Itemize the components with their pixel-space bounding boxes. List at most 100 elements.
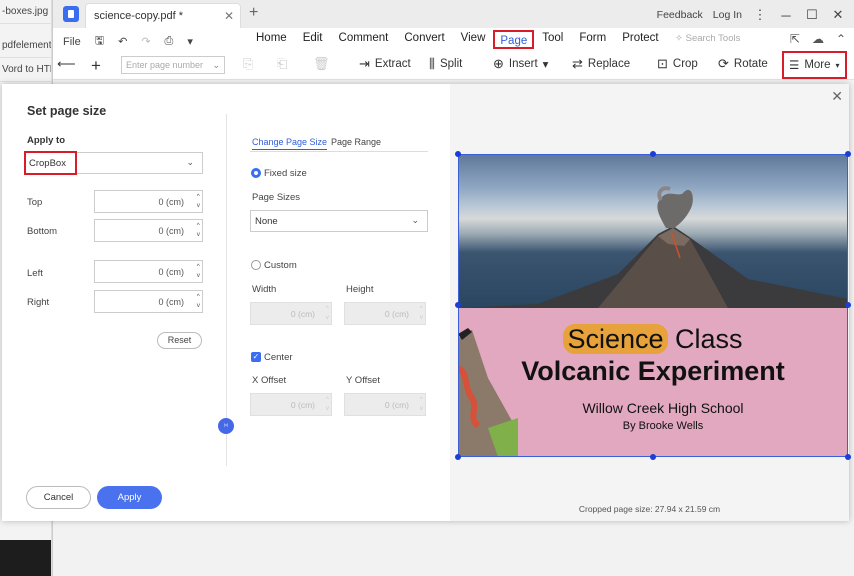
- cloud-upload-icon[interactable]: ☁: [812, 32, 824, 46]
- menu-tool[interactable]: Tool: [534, 28, 571, 50]
- menu-view[interactable]: View: [453, 28, 494, 50]
- left-margin-input[interactable]: 0 (cm) ^ v: [94, 260, 203, 283]
- apply-button[interactable]: Apply: [97, 486, 162, 509]
- custom-radio[interactable]: [251, 260, 261, 270]
- add-page-icon[interactable]: +: [91, 56, 101, 76]
- bg-tab-item[interactable]: pdfelement: [0, 34, 51, 58]
- menu-protect[interactable]: Protect: [614, 28, 666, 50]
- stepper-arrows-icon: ^ v: [325, 305, 329, 321]
- print-icon[interactable]: ⎙: [165, 35, 174, 48]
- x-offset-label: X Offset: [252, 375, 287, 386]
- bg-tab-item[interactable]: -boxes.jpg (E: [0, 0, 51, 24]
- minimize-icon[interactable]: ─: [778, 8, 794, 23]
- replace-button[interactable]: ⇄ Replace: [572, 56, 630, 72]
- crop-handle[interactable]: [650, 454, 656, 460]
- crop-handle[interactable]: [455, 302, 461, 308]
- page-preview: Science Class Volcanic Experiment Willow…: [458, 154, 848, 457]
- menu-convert[interactable]: Convert: [396, 28, 452, 50]
- tab-change-page-size[interactable]: Change Page Size: [252, 137, 328, 150]
- rotate-button[interactable]: ⟳ Rotate: [718, 56, 768, 72]
- stepper-arrows-icon[interactable]: ^ v: [197, 262, 200, 280]
- cancel-button[interactable]: Cancel: [26, 486, 91, 509]
- reset-button[interactable]: Reset: [157, 332, 202, 349]
- right-margin-input[interactable]: 0 (cm) ^ v: [94, 290, 203, 313]
- stepper-arrows-icon[interactable]: ^ v: [197, 192, 200, 210]
- collapse-ribbon-icon[interactable]: ⌃: [836, 32, 846, 46]
- menu-edit[interactable]: Edit: [295, 28, 331, 50]
- split-button[interactable]: ⫼ Split: [429, 56, 462, 72]
- crop-handle[interactable]: [845, 454, 851, 460]
- collapse-panel-icon[interactable]: ›‹: [218, 418, 234, 434]
- crop-handle[interactable]: [455, 151, 461, 157]
- search-tools-placeholder: Search Tools: [685, 33, 741, 44]
- crop-label: Crop: [672, 58, 698, 70]
- chevron-down-icon: ▾: [542, 59, 549, 71]
- crop-button[interactable]: ⊡ Crop: [657, 56, 698, 72]
- maximize-icon[interactable]: ☐: [804, 7, 820, 23]
- height-input: 0 (cm) ^ v: [344, 302, 426, 325]
- crop-handle[interactable]: [455, 454, 461, 460]
- login-link[interactable]: Log In: [713, 9, 742, 21]
- dropdown-icon[interactable]: ▾: [187, 35, 193, 48]
- top-margin-input[interactable]: 0 (cm) ^ v: [94, 190, 203, 213]
- tab-page-range[interactable]: Page Range: [331, 137, 381, 147]
- volcano-illustration: [458, 186, 848, 308]
- bottom-label: Bottom: [27, 226, 58, 237]
- save-icon[interactable]: 🖫: [95, 32, 104, 51]
- menu-form[interactable]: Form: [571, 28, 614, 50]
- page-sizes-select[interactable]: None ⌄: [250, 210, 428, 232]
- top-margin-value: 0 (cm): [158, 197, 185, 207]
- insert-button[interactable]: ⊕ Insert ▾: [493, 56, 548, 72]
- quick-access: File 🖫 ↶ ↷ ⎙ ▾: [63, 32, 193, 51]
- prev-page-icon[interactable]: ⟵: [57, 56, 76, 72]
- cropbox-highlight: [24, 151, 77, 175]
- extract-button[interactable]: ⇥ Extract: [359, 56, 411, 72]
- app-logo-icon: [63, 6, 79, 22]
- menu-page[interactable]: Page: [493, 30, 535, 49]
- document-tab[interactable]: science-copy.pdf * ✕: [85, 3, 241, 28]
- crop-icon: ⊡: [657, 56, 668, 71]
- feedback-link[interactable]: Feedback: [657, 9, 703, 21]
- insert-icon: ⊕: [493, 56, 504, 71]
- more-button[interactable]: ☰ More ▾: [782, 51, 847, 79]
- search-tools[interactable]: ✧ Search Tools: [675, 33, 740, 44]
- crop-handle[interactable]: [650, 151, 656, 157]
- crop-handle[interactable]: [845, 302, 851, 308]
- page-number-input[interactable]: Enter page number ⌄: [121, 56, 225, 74]
- redo-icon[interactable]: ↷: [141, 35, 150, 48]
- page-toolbar: ⟵ + Enter page number ⌄ ⎘ ⎗ 🗑 ⇥ Extract ⫼ S…: [53, 50, 854, 80]
- left-label: Left: [27, 268, 43, 279]
- stepper-arrows-icon[interactable]: ^ v: [197, 221, 200, 239]
- title-bar: science-copy.pdf * ✕ + Feedback Log In ⋮…: [53, 0, 854, 28]
- close-dialog-icon[interactable]: ✕: [831, 88, 843, 105]
- chevron-down-icon: ⌄: [186, 157, 194, 167]
- menu-comment[interactable]: Comment: [331, 28, 397, 50]
- stepper-arrows-icon: ^ v: [419, 396, 423, 412]
- right-margin-value: 0 (cm): [158, 297, 185, 307]
- bottom-margin-value: 0 (cm): [158, 226, 185, 236]
- bg-tab-item[interactable]: Vord to HTM: [0, 58, 51, 82]
- undo-icon[interactable]: ↶: [118, 35, 127, 48]
- width-input: 0 (cm) ^ v: [250, 302, 332, 325]
- y-offset-label: Y Offset: [346, 375, 380, 386]
- file-menu[interactable]: File: [63, 36, 81, 48]
- custom-label: Custom: [264, 260, 297, 271]
- new-tab-icon[interactable]: +: [249, 4, 258, 22]
- cropped-size-text: Cropped page size: 27.94 x 21.59 cm: [578, 504, 721, 514]
- left-margin-value: 0 (cm): [158, 267, 185, 277]
- close-window-icon[interactable]: ✕: [830, 7, 846, 23]
- kebab-menu-icon[interactable]: ⋮: [752, 7, 768, 23]
- chevron-down-icon: ⌄: [411, 215, 419, 225]
- extract-icon: ⇥: [359, 56, 370, 71]
- share-icon[interactable]: ⇱: [790, 32, 800, 46]
- crop-handle[interactable]: [845, 151, 851, 157]
- menu-home[interactable]: Home: [248, 28, 295, 50]
- center-checkbox[interactable]: ✓: [251, 352, 261, 362]
- dialog-title: Set page size: [27, 104, 107, 118]
- chevron-down-icon: ▾: [835, 60, 840, 70]
- stepper-arrows-icon[interactable]: ^ v: [197, 292, 200, 310]
- close-tab-icon[interactable]: ✕: [224, 9, 234, 23]
- fixed-size-radio[interactable]: [251, 168, 261, 178]
- bottom-margin-input[interactable]: 0 (cm) ^ v: [94, 219, 203, 242]
- rotate-icon: ⟳: [718, 56, 729, 71]
